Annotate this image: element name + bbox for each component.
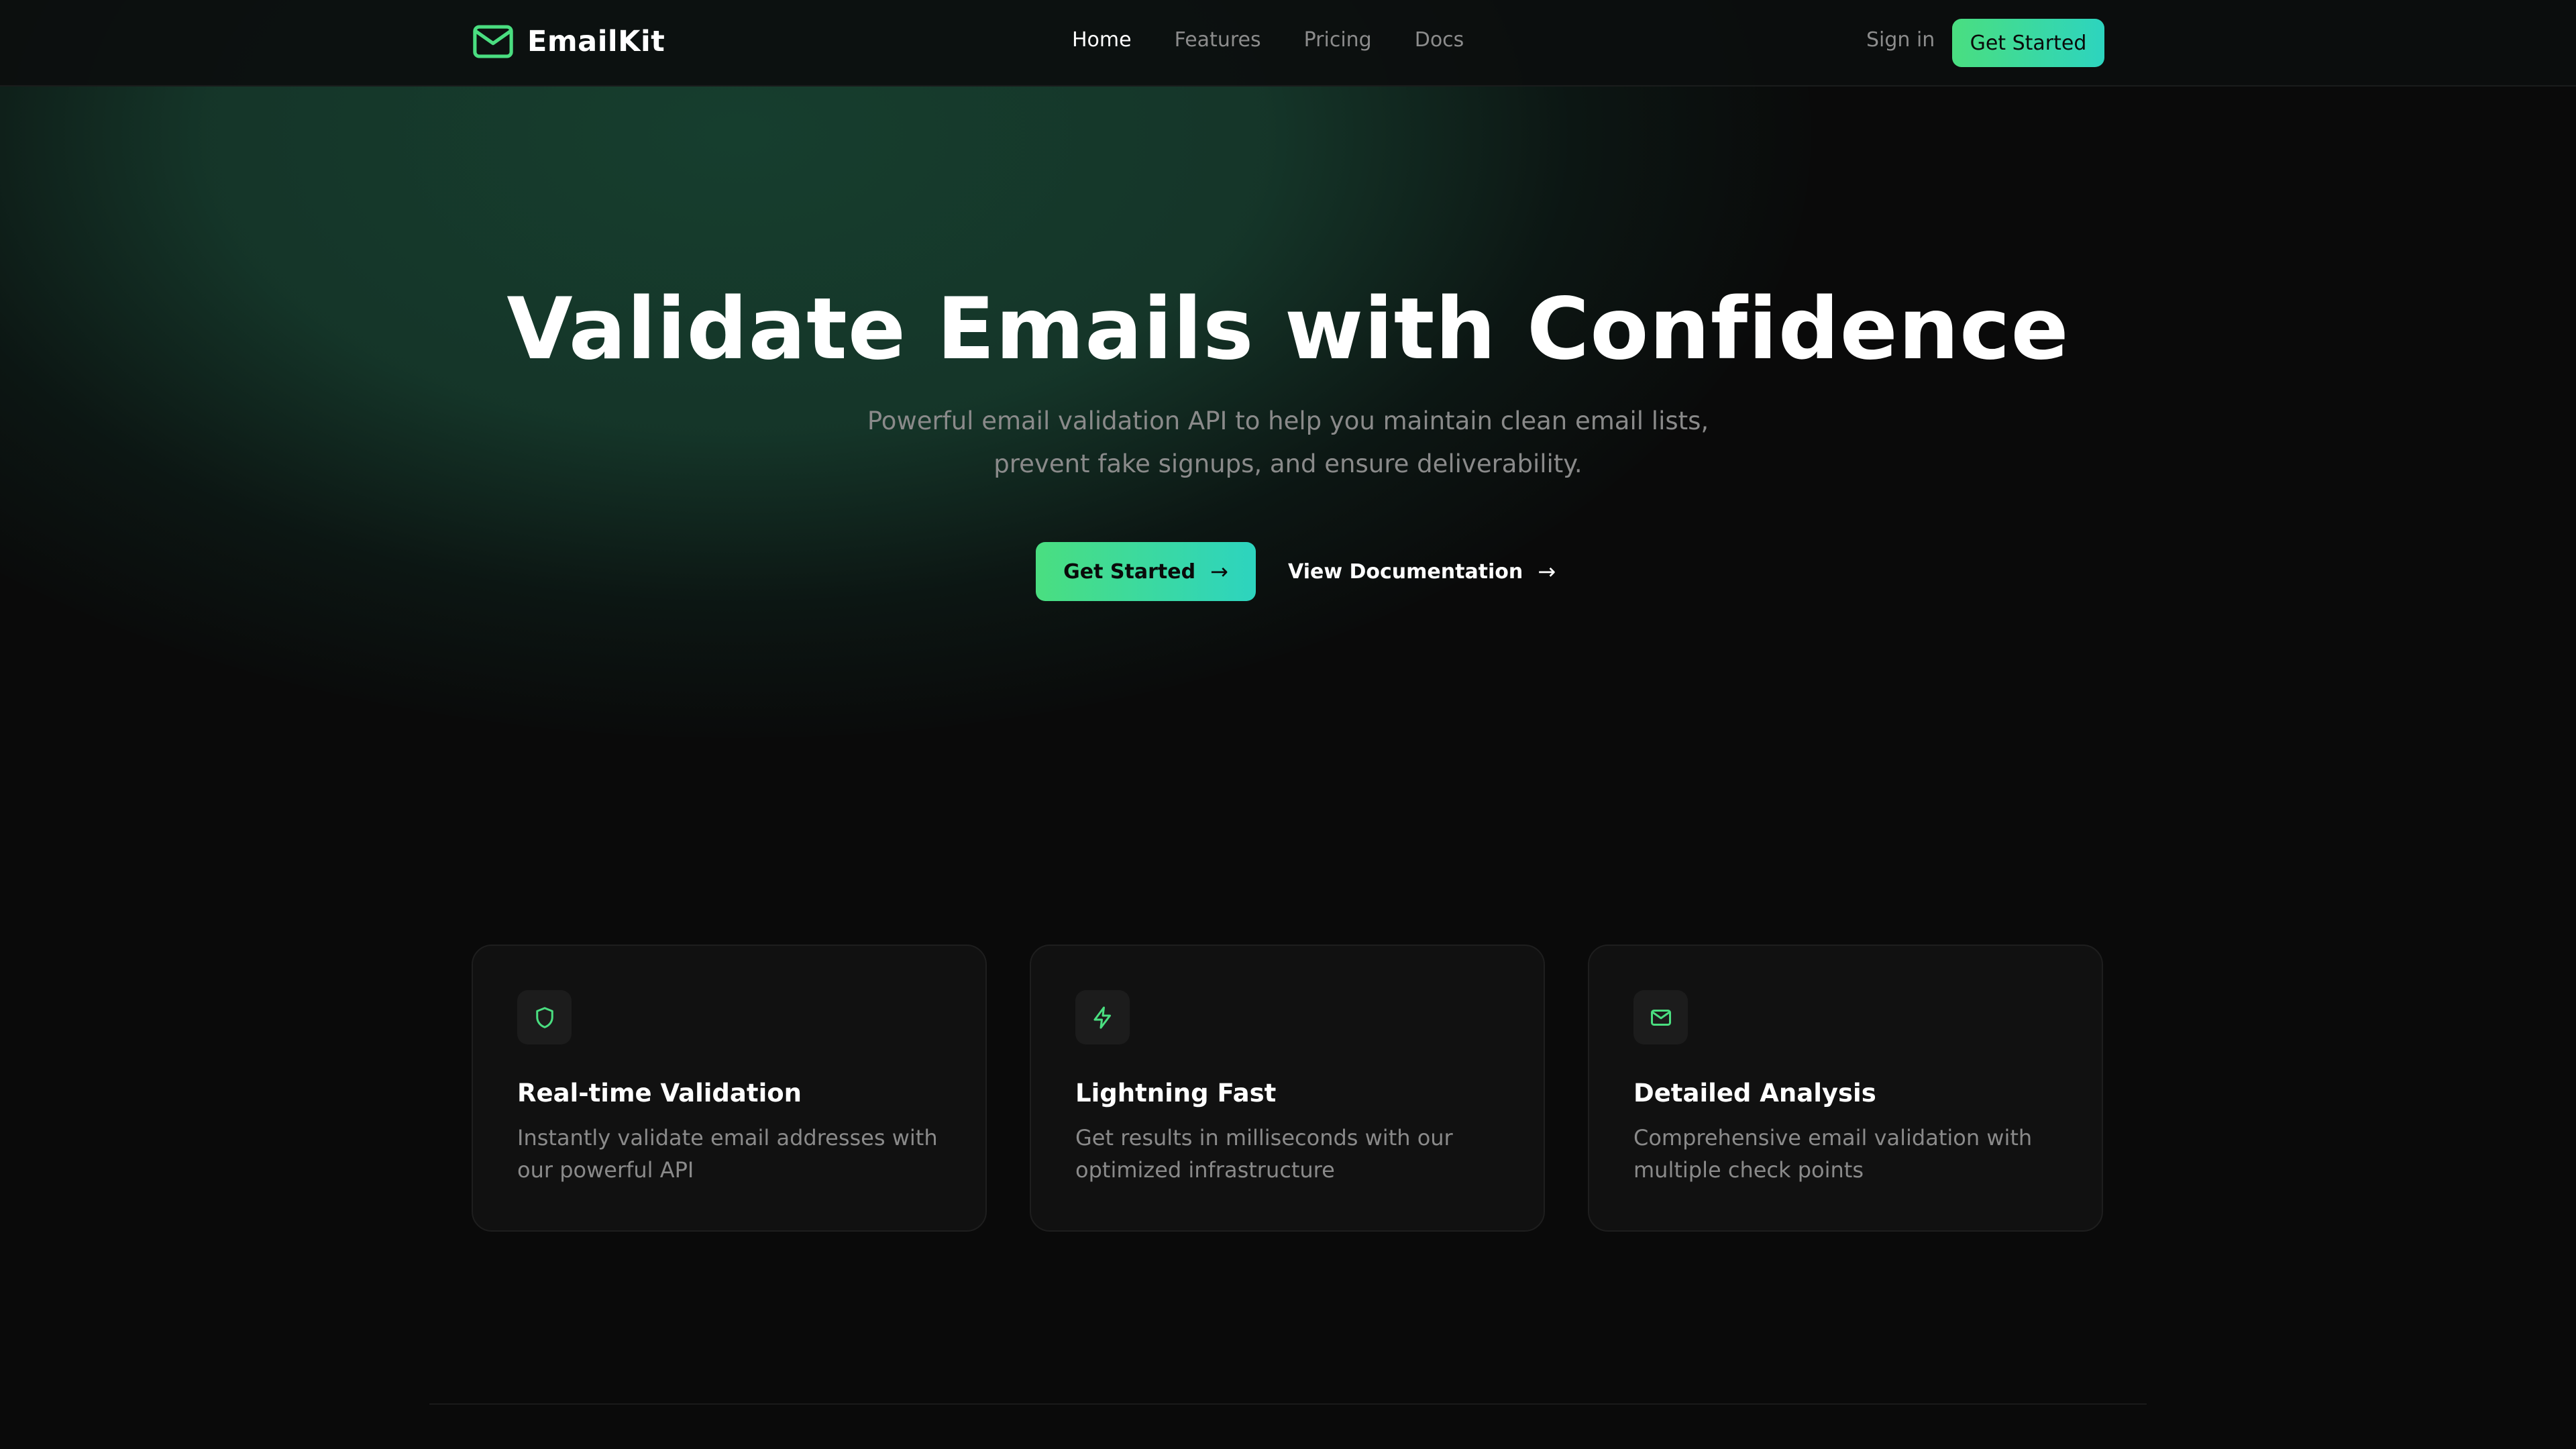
feature-icon-box — [1633, 990, 1688, 1044]
feature-card-realtime-validation: Real-time Validation Instantly validate … — [472, 945, 987, 1232]
hero-get-started-button[interactable]: Get Started → — [1036, 542, 1256, 601]
feature-card-detailed-analysis: Detailed Analysis Comprehensive email va… — [1588, 945, 2103, 1232]
main-nav: Home Features Pricing Docs — [1072, 27, 1507, 54]
header-get-started-label: Get Started — [1970, 31, 2087, 55]
nav-docs[interactable]: Docs — [1415, 27, 1464, 54]
sign-in-link[interactable]: Sign in — [1866, 27, 1935, 54]
view-documentation-link[interactable]: View Documentation → — [1288, 542, 1556, 601]
mail-icon — [473, 25, 513, 58]
nav-pricing[interactable]: Pricing — [1304, 27, 1372, 54]
feature-description: Get results in milliseconds with our opt… — [1075, 1125, 1453, 1183]
feature-title: Real-time Validation — [517, 1079, 802, 1108]
nav-home[interactable]: Home — [1072, 27, 1132, 54]
feature-description: Comprehensive email validation with mult… — [1633, 1125, 2033, 1183]
feature-icon-box — [1075, 990, 1130, 1044]
hero-subtitle-line-1: Powerful email validation API to help yo… — [867, 407, 1709, 435]
hero-title: Validate Emails with Confidence — [506, 279, 2070, 378]
feature-icon-box — [517, 990, 572, 1044]
feature-title: Lightning Fast — [1075, 1079, 1277, 1108]
hero-get-started-label: Get Started — [1063, 559, 1196, 584]
hero-subtitle-line-2: prevent fake signups, and ensure deliver… — [994, 449, 1582, 478]
arrow-right-icon: → — [1210, 559, 1228, 584]
brand-name: EmailKit — [527, 25, 665, 58]
lightning-icon — [1093, 1006, 1111, 1028]
brand-logo[interactable]: EmailKit — [472, 24, 665, 59]
features-section: Real-time Validation Instantly validate … — [472, 945, 2103, 1232]
view-documentation-label: View Documentation — [1288, 559, 1523, 584]
section-divider — [429, 1403, 2147, 1405]
hero-subtitle: Powerful email validation API to help yo… — [818, 400, 1758, 486]
shield-icon — [535, 1006, 553, 1028]
top-navbar: EmailKit Home Features Pricing Docs Sign… — [0, 0, 2576, 87]
feature-card-lightning-fast: Lightning Fast Get results in millisecon… — [1030, 945, 1545, 1232]
mail-icon — [1650, 1009, 1671, 1026]
feature-description: Instantly validate email addresses with … — [517, 1125, 938, 1183]
header-get-started-button[interactable]: Get Started — [1952, 19, 2104, 67]
nav-features[interactable]: Features — [1175, 27, 1261, 54]
arrow-right-icon: → — [1538, 559, 1556, 584]
feature-title: Detailed Analysis — [1633, 1079, 1876, 1108]
